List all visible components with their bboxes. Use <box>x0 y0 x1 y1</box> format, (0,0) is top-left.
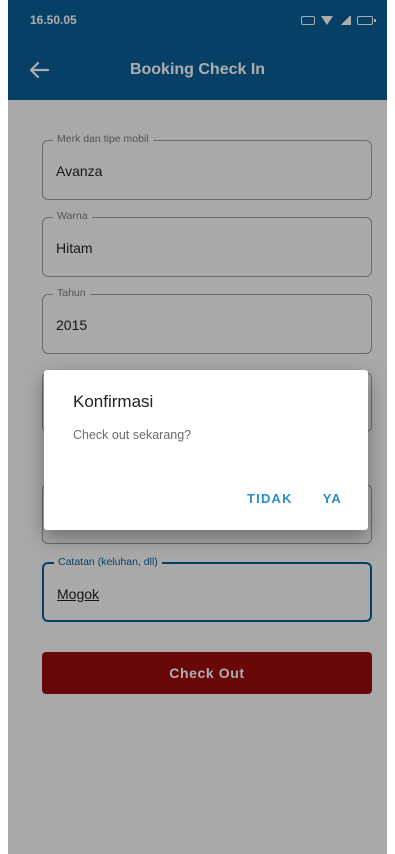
confirm-button[interactable]: YA <box>311 485 354 512</box>
screen: 16.50.05 Booking Check In Merk dan tipe … <box>8 0 387 854</box>
dialog-title: Konfirmasi <box>73 392 154 411</box>
dialog-message: Check out sekarang? <box>73 428 192 442</box>
cancel-button[interactable]: TIDAK <box>235 485 305 512</box>
confirm-dialog: Konfirmasi Check out sekarang? TIDAK YA <box>44 370 368 530</box>
dialog-actions: TIDAK YA <box>235 485 354 512</box>
